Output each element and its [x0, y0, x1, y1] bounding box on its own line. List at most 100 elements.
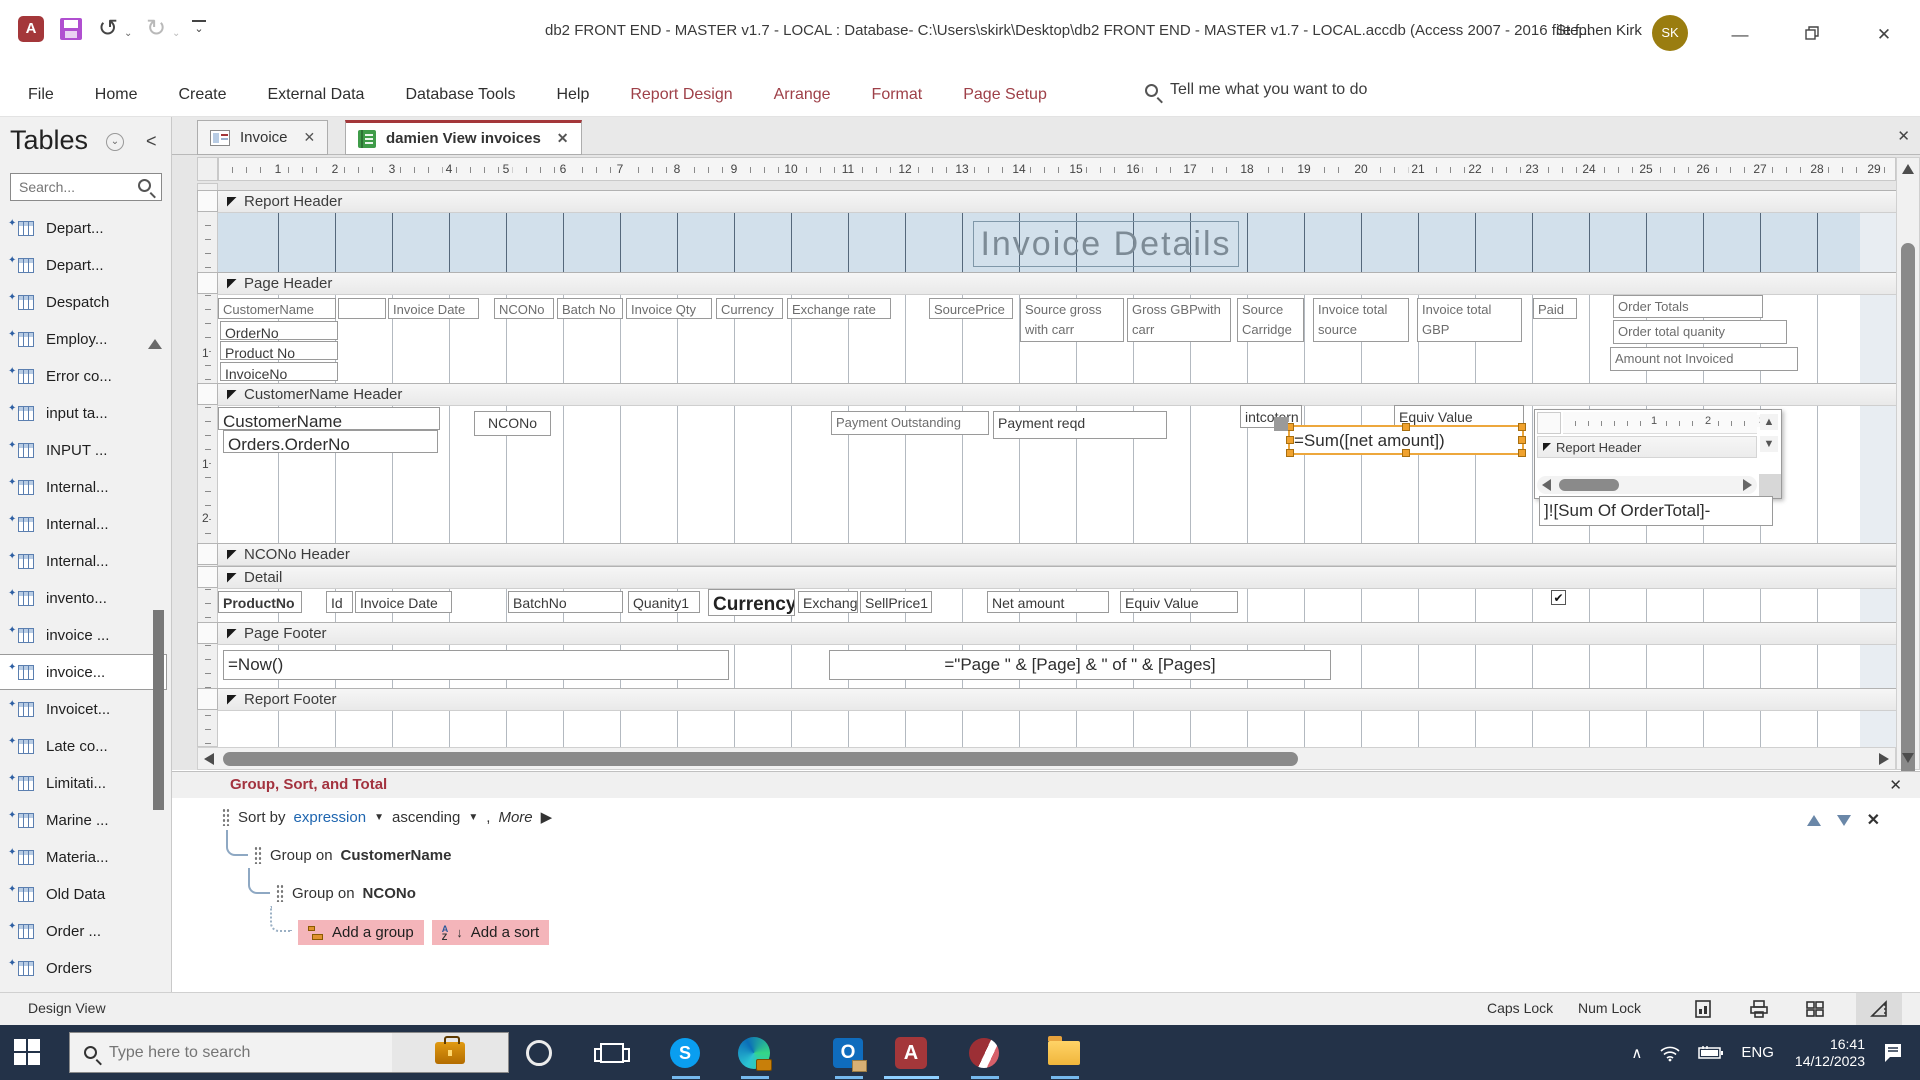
nav-table-item[interactable]: ✦ Invoicet...	[0, 692, 166, 726]
group-field-label[interactable]: CustomerName	[341, 847, 452, 864]
tab-invoice[interactable]: Invoice ✕	[197, 120, 329, 155]
scroll-right-icon[interactable]	[1743, 479, 1752, 491]
sort-order-dropdown[interactable]: ascending	[392, 809, 460, 826]
nav-table-item[interactable]: ✦ Despatch	[0, 285, 166, 319]
section-bar-detail[interactable]: Detail	[218, 566, 1896, 589]
horizontal-ruler[interactable]: 1 2 3 4 5 6 7 8 9 10 11 12 13 14 15 16 17 18 19 20 21 22 23 24 2…	[218, 157, 1896, 181]
section-selector[interactable]	[197, 190, 218, 212]
report-control-currency[interactable]: Currency	[716, 298, 783, 319]
scroll-right-icon[interactable]	[1879, 753, 1889, 765]
section-bar-page-footer[interactable]: Page Footer	[218, 622, 1896, 645]
report-control-now[interactable]: =Now()	[223, 650, 729, 680]
design-view-button[interactable]	[1856, 993, 1902, 1025]
report-control-invoice-date[interactable]: Invoice Date	[355, 591, 452, 613]
selection-handle[interactable]	[1518, 423, 1526, 431]
report-control-ncono[interactable]: NCONo	[494, 298, 554, 319]
undo-dropdown-icon[interactable]: ⌄	[124, 28, 132, 39]
action-center-icon[interactable]	[1882, 1042, 1906, 1064]
search-highlight-tile[interactable]	[392, 1033, 508, 1072]
print-preview-button[interactable]	[1736, 993, 1782, 1025]
ribbon-tab-database-tools[interactable]: Database Tools	[405, 86, 515, 104]
scroll-up-icon[interactable]	[1902, 164, 1914, 174]
report-view-button[interactable]	[1680, 993, 1726, 1025]
browser-circle-icon[interactable]	[966, 1035, 1002, 1071]
selection-handle[interactable]	[1402, 449, 1410, 457]
report-control-quanity1[interactable]: Quanity1	[628, 591, 700, 613]
ribbon-tab-format[interactable]: Format	[872, 86, 923, 104]
nav-table-item[interactable]: ✦ Order ...	[0, 914, 166, 948]
report-control-source-carridge[interactable]: Source Carridge	[1237, 298, 1304, 342]
ribbon-tab-arrange[interactable]: Arrange	[774, 86, 831, 104]
language-indicator[interactable]: ENG	[1741, 1044, 1774, 1061]
report-control-order-totals[interactable]: Order Totals	[1613, 295, 1763, 318]
nav-table-item[interactable]: ✦ invoice...	[0, 654, 167, 690]
report-control-productno[interactable]: ProductNo	[218, 591, 302, 613]
report-control-currency[interactable]: Currency	[708, 589, 795, 616]
ribbon-tab-file[interactable]: File	[28, 86, 54, 104]
nav-table-item[interactable]: ✦ Error co...	[0, 359, 166, 393]
nav-table-item[interactable]: ✦ Depart...	[0, 211, 166, 245]
nav-table-item[interactable]: ✦ Late co...	[0, 729, 166, 763]
nav-table-item[interactable]: ✦ Depart...	[0, 248, 166, 282]
section-selector[interactable]	[197, 566, 218, 588]
report-control-id[interactable]: Id	[326, 591, 353, 613]
nav-table-item[interactable]: ✦ Internal...	[0, 470, 166, 504]
report-control-invoice-qty[interactable]: Invoice Qty	[626, 298, 712, 319]
report-title-label[interactable]: Invoice Details	[973, 221, 1239, 267]
report-control-exchang[interactable]: Exchang	[798, 591, 858, 613]
scroll-left-icon[interactable]	[1542, 479, 1551, 491]
section-bar-page-header[interactable]: Page Header	[218, 272, 1896, 295]
vertical-ruler[interactable]: 1 1 2	[197, 183, 218, 747]
ribbon-tab-home[interactable]: Home	[95, 86, 138, 104]
report-control-product-no[interactable]: Product No	[220, 341, 338, 360]
ribbon-tab-external-data[interactable]: External Data	[268, 86, 365, 104]
section-bar-customername-header[interactable]: CustomerName Header	[218, 383, 1896, 406]
subreport-scroll-up-icon[interactable]: ▲	[1760, 414, 1778, 430]
report-control-payment-reqd[interactable]: Payment reqd	[993, 411, 1167, 439]
report-control-paid[interactable]: Paid	[1533, 298, 1577, 319]
report-control-orderno[interactable]: OrderNo	[220, 321, 338, 340]
redo-dropdown-icon[interactable]: ⌄	[172, 28, 180, 39]
report-control-gross-gbpwith-carr[interactable]: Gross GBPwith carr	[1127, 298, 1231, 342]
outlook-icon[interactable]: O	[830, 1035, 867, 1072]
section-selector[interactable]	[197, 272, 218, 294]
layout-view-button[interactable]	[1792, 993, 1838, 1025]
textbox-sum-of-ordertotal[interactable]: ]![Sum Of OrderTotal]-[Text54]	[1539, 496, 1773, 526]
tab-damien-view-invoices[interactable]: damien View invoices ✕	[345, 120, 582, 155]
selection-handle[interactable]	[1286, 449, 1294, 457]
selection-handle[interactable]	[1402, 423, 1410, 431]
nav-table-item[interactable]: ✦ invento...	[0, 581, 166, 615]
move-up-icon[interactable]	[1806, 814, 1821, 826]
tab-close-icon[interactable]: ✕	[304, 129, 316, 146]
group-row-customername[interactable]: Group on CustomerName	[254, 846, 451, 864]
scroll-left-icon[interactable]	[204, 753, 214, 765]
ribbon-tab-report-design[interactable]: Report Design	[630, 86, 732, 104]
report-control-sellprice1[interactable]: SellPrice1	[860, 591, 932, 613]
checkbox-control[interactable]: ✔	[1551, 590, 1566, 605]
nav-table-item[interactable]: ✦ Orders	[0, 951, 166, 985]
nav-table-item[interactable]: ✦ Materia...	[0, 840, 166, 874]
report-control-invoice-date[interactable]: Invoice Date	[388, 298, 479, 319]
add-a-group-button[interactable]: Add a group	[298, 920, 424, 945]
battery-icon[interactable]	[1698, 1045, 1724, 1060]
section-selector[interactable]	[197, 622, 218, 644]
report-control-sum-net-amount[interactable]: =Sum([net amount])	[1286, 423, 1526, 457]
section-bar-report-header[interactable]: Report Header	[218, 190, 1896, 213]
save-icon[interactable]	[60, 18, 82, 40]
drag-grip-icon[interactable]	[254, 846, 262, 864]
start-button[interactable]	[14, 1039, 40, 1065]
nav-collapse-icon[interactable]: <	[146, 131, 157, 152]
selected-control-move-handle[interactable]	[1274, 417, 1288, 431]
add-a-sort-button[interactable]: AZ ↓ Add a sort	[431, 920, 550, 945]
report-control-batchno[interactable]: BatchNo	[508, 591, 623, 613]
report-control-invoice-total-gbp[interactable]: Invoice total GBP	[1417, 298, 1522, 342]
selection-handle[interactable]	[1286, 436, 1294, 444]
taskbar-search-input[interactable]	[109, 1043, 389, 1062]
selection-handle[interactable]	[1518, 449, 1526, 457]
user-name[interactable]: Stephen Kirk	[1556, 22, 1642, 39]
gst-close-icon[interactable]: ✕	[1889, 776, 1902, 794]
more-expand-icon[interactable]: ▶	[541, 808, 553, 826]
tab-close-icon[interactable]: ✕	[557, 130, 569, 147]
subreport-design-window[interactable]: 123 ▲ ▼ Report Header	[1534, 409, 1782, 499]
report-control-empty[interactable]	[338, 298, 386, 319]
